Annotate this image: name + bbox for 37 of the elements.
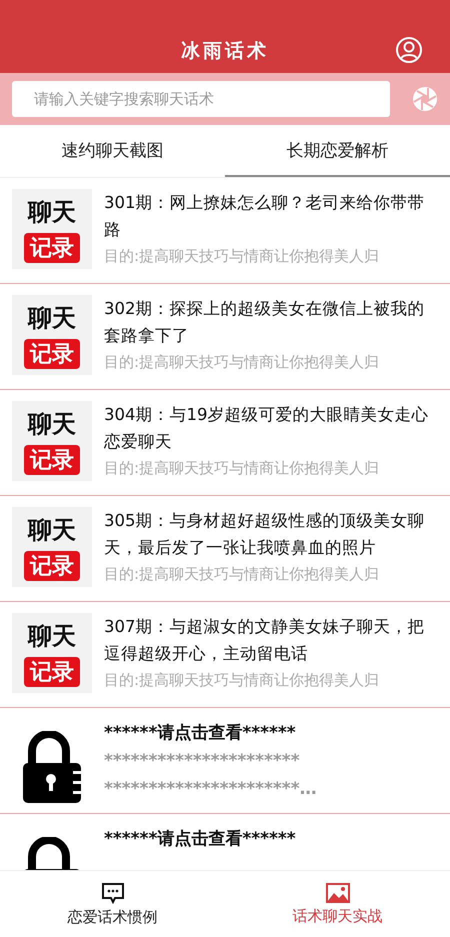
masked-text: **********************… [104, 778, 318, 801]
profile-button[interactable] [396, 37, 422, 63]
image-icon [326, 882, 350, 902]
list-item[interactable]: 聊天 记录 304期：与19岁超级可爱的大眼睛美女走心恋爱聊天 目的:提高聊天技巧与情商让你抱得美人归 [0, 390, 450, 496]
item-subtitle: 目的:提高聊天技巧与情商让你抱得美人归 [104, 352, 380, 373]
user-icon [396, 37, 422, 63]
thumbnail-text: 聊天 [28, 408, 76, 440]
list-item[interactable]: ******请点击查看****** ********************** **********************… [0, 708, 450, 814]
thumbnail-text: 聊天 [28, 620, 76, 652]
item-title: 305期：与身材超好超级性感的顶级美女聊天，最后发了一张让我喷鼻血的照片 [104, 510, 426, 559]
chat-bubble-icon [100, 882, 124, 904]
thumbnail-text: 记录 [24, 338, 80, 368]
item-title: 301期：网上撩妹怎么聊？老司来给你带带路 [104, 192, 426, 241]
item-subtitle: 目的:提高聊天技巧与情商让你抱得美人归 [104, 670, 380, 691]
list-item[interactable]: 聊天 记录 305期：与身材超好超级性感的顶级美女聊天，最后发了一张让我喷鼻血的照片 目的:提高聊天技巧与情商让你抱得美人归 [0, 496, 450, 602]
search-field[interactable]: 请输入关键字搜索聊天话术 [12, 81, 390, 117]
item-title: 302期：探探上的超级美女在微信上被我的套路拿下了 [104, 298, 426, 347]
thumbnail-text: 记录 [24, 232, 80, 262]
thumbnail-text: 聊天 [28, 302, 76, 334]
list-item[interactable]: 聊天 记录 307期：与超淑女的文静美女妹子聊天，把逗得超级开心，主动留电话 目的:提高聊天技巧与情商让你抱得美人归 [0, 602, 450, 708]
thumbnail-text: 聊天 [28, 514, 76, 546]
list-item[interactable]: 聊天 记录 302期：探探上的超级美女在微信上被我的套路拿下了 目的:提高聊天技巧与情商让你抱得美人归 [0, 284, 450, 390]
list-item[interactable]: 聊天 记录 301期：网上撩妹怎么聊？老司来给你带带路 目的:提高聊天技巧与情商让你抱得美人归 [0, 178, 450, 284]
masked-text: ********************** [104, 750, 301, 773]
item-subtitle: 目的:提高聊天技巧与情商让你抱得美人归 [104, 246, 380, 267]
item-subtitle: 目的:提高聊天技巧与情商让你抱得美人归 [104, 458, 380, 479]
padlock-icon [23, 731, 81, 803]
app-title: 冰雨话术 [181, 38, 269, 64]
thumbnail-text: 记录 [24, 656, 80, 686]
item-subtitle: 目的:提高聊天技巧与情商让你抱得美人归 [104, 564, 380, 585]
item-title: ******请点击查看****** [104, 828, 297, 851]
thumbnail-text: 记录 [24, 444, 80, 474]
item-title: 304期：与19岁超级可爱的大眼睛美女走心恋爱聊天 [104, 404, 430, 453]
item-title: ******请点击查看****** [104, 722, 297, 745]
item-title: 307期：与超淑女的文静美女妹子聊天，把逗得超级开心，主动留电话 [104, 616, 426, 665]
thumbnail-text: 记录 [24, 550, 80, 580]
thumbnail-text: 聊天 [28, 196, 76, 228]
